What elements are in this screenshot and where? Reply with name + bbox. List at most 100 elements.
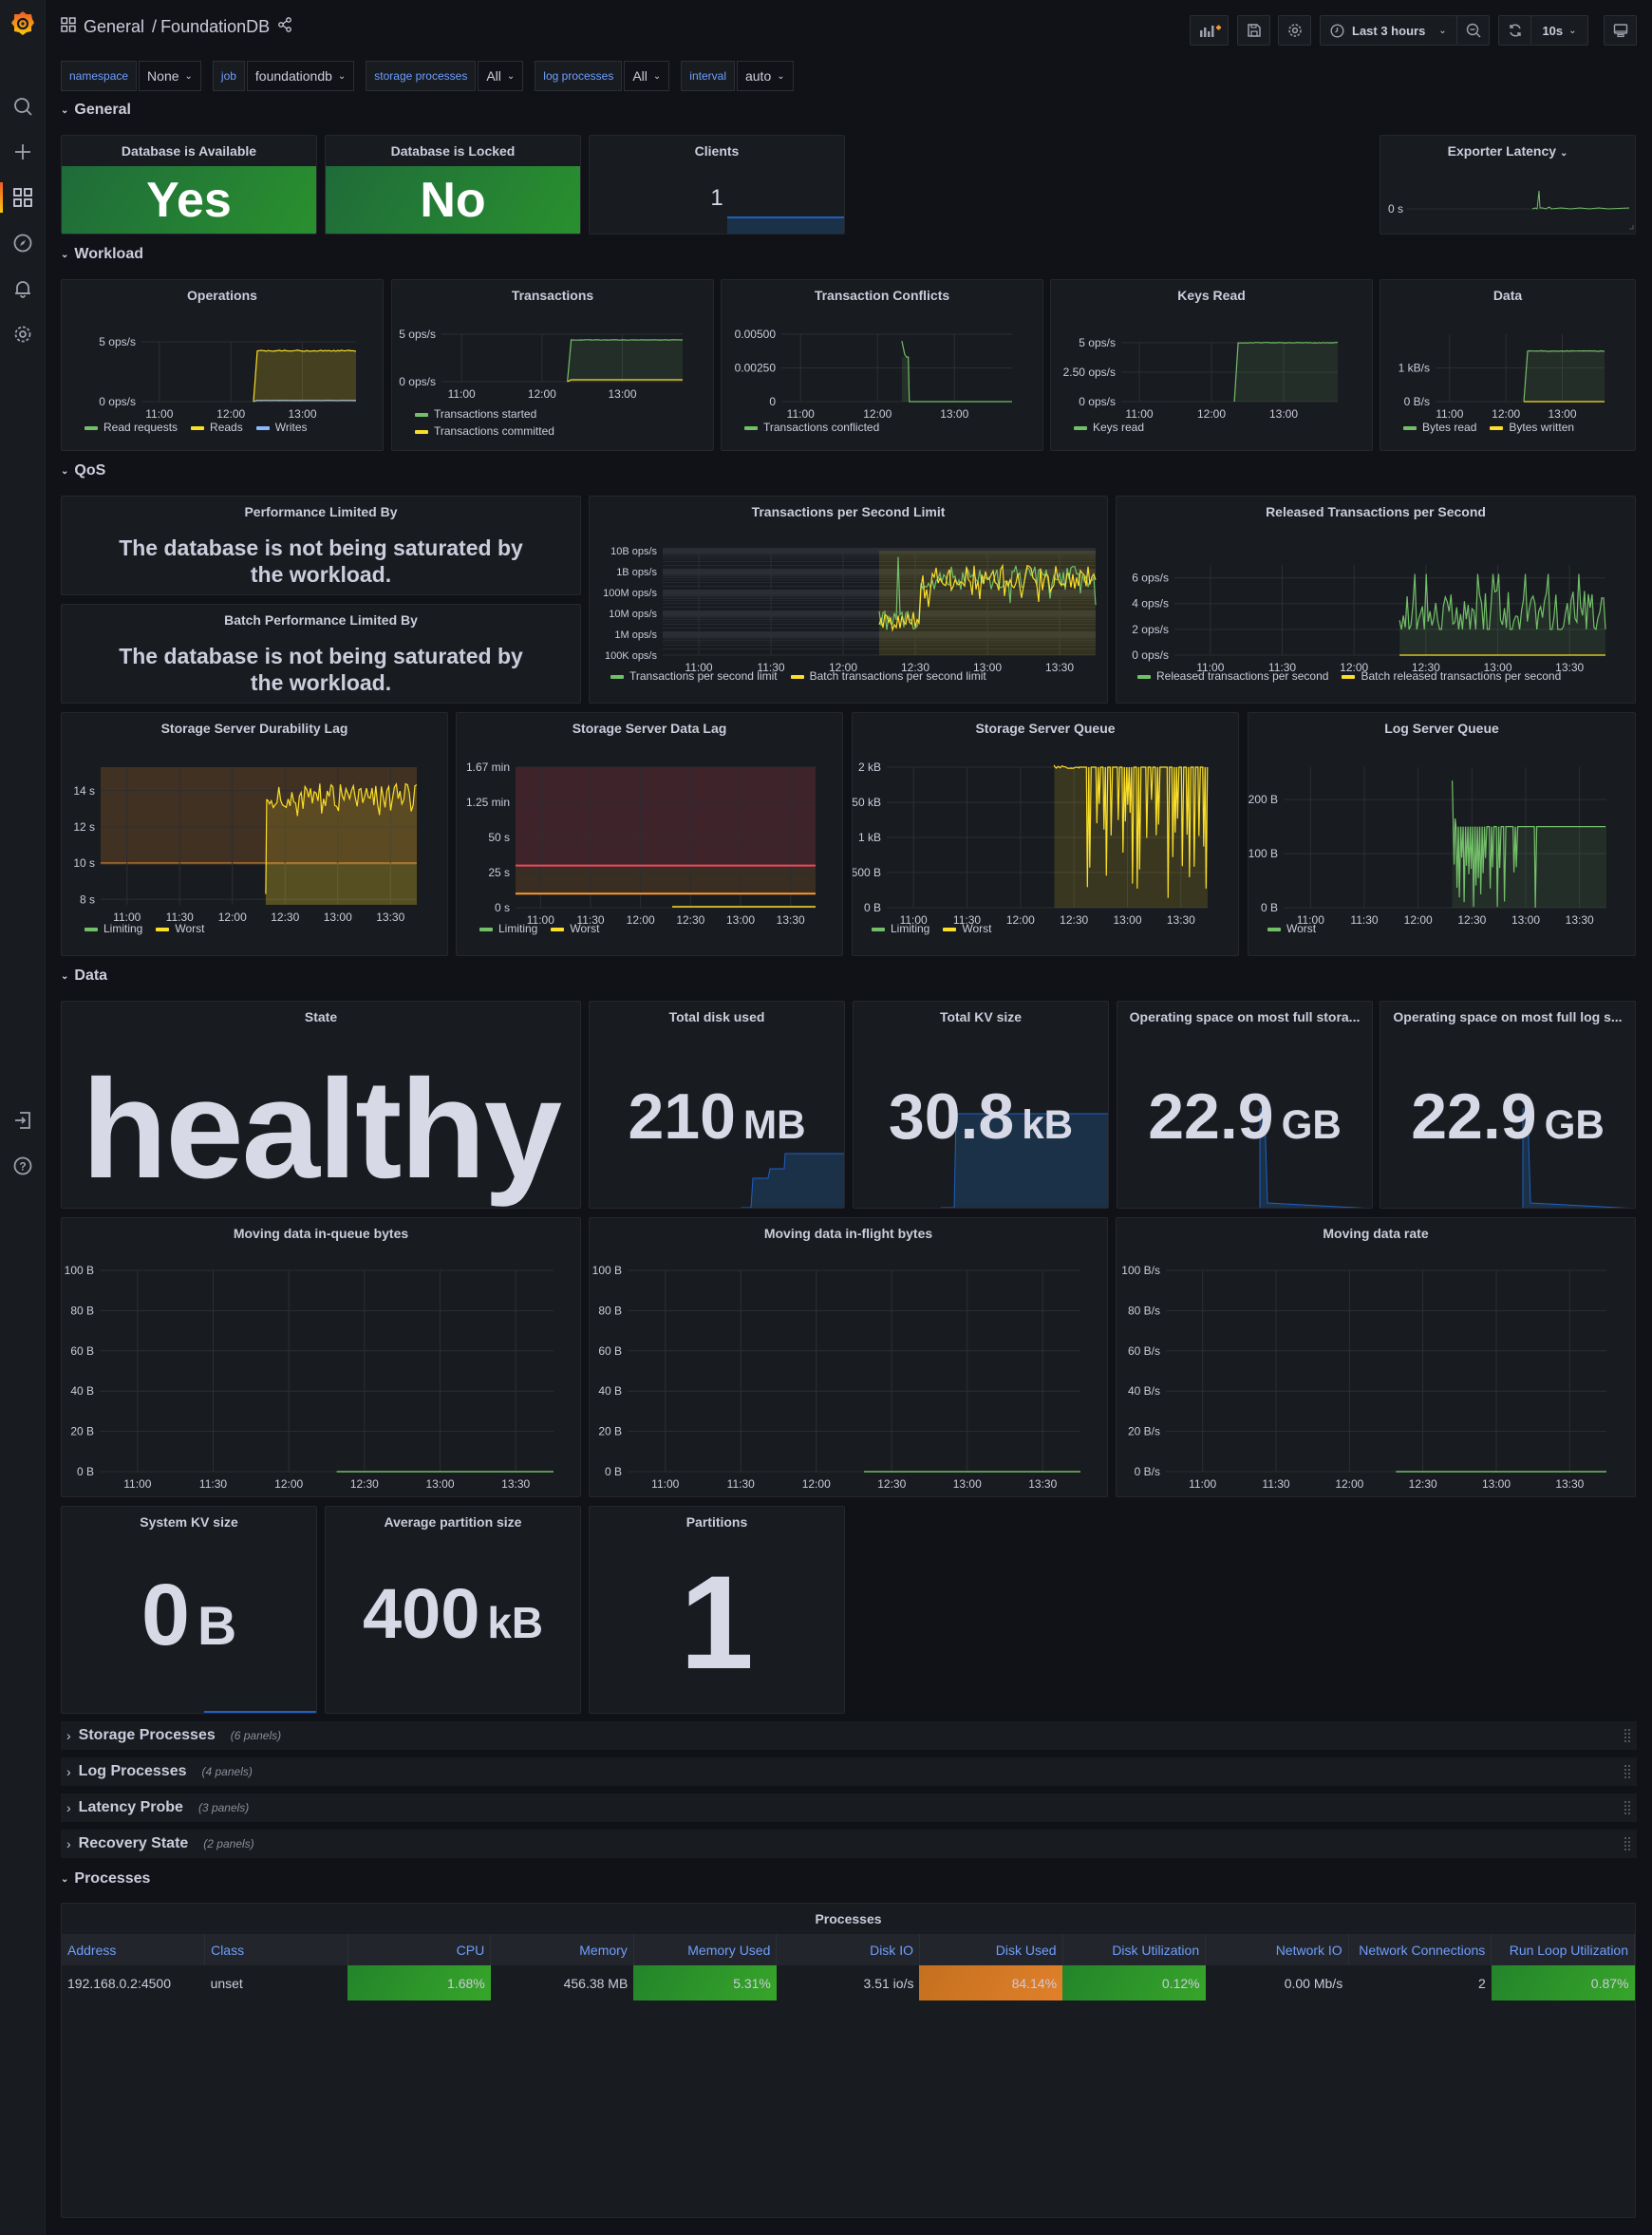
row-processes[interactable]: ⌄ Processes [61, 1870, 150, 1888]
processes-table: Address Class CPU Memory Memory Used Disk IO D… [62, 1934, 1635, 2000]
refresh-interval-picker[interactable]: 10s ⌄ [1530, 15, 1588, 46]
legend-item[interactable]: Keys read [1074, 421, 1144, 434]
add-panel-button[interactable] [1190, 15, 1229, 46]
legend-item[interactable]: Batch released transactions per second [1342, 669, 1561, 683]
row-qos[interactable]: ⌄ QoS [61, 462, 105, 479]
collapsed-row-log-processes[interactable]: › Log Processes (4 panels) [61, 1757, 1637, 1786]
chevron-right-icon: › [66, 1836, 71, 1851]
column-header[interactable]: Disk Utilization [1062, 1934, 1207, 1965]
search-icon[interactable] [0, 91, 46, 122]
plus-icon[interactable] [0, 137, 46, 167]
y-tick-label: 0 s [1388, 202, 1403, 216]
explore-compass-icon[interactable] [0, 228, 46, 258]
configuration-gear-icon[interactable] [0, 319, 46, 349]
tv-mode-button[interactable] [1604, 15, 1637, 46]
legend-item[interactable]: Transactions conflicted [744, 421, 879, 434]
panel-title[interactable]: Database is Locked [326, 143, 580, 159]
legend-item[interactable]: Writes [255, 421, 308, 434]
legend-item[interactable]: Limiting [479, 922, 537, 935]
panel-title[interactable]: Partitions [590, 1514, 844, 1530]
drag-handle-icon[interactable] [1624, 1728, 1631, 1743]
variable-select-namespace[interactable]: None ⌄ [139, 61, 201, 91]
panel-title[interactable]: Batch Performance Limited By [62, 612, 580, 628]
column-header[interactable]: Address [62, 1934, 206, 1965]
legend-item[interactable]: Batch transactions per second limit [790, 669, 986, 683]
panel-title[interactable]: State [62, 1009, 580, 1024]
panel-title[interactable]: Processes [62, 1911, 1635, 1926]
variable-select-log-processes[interactable]: All ⌄ [624, 61, 670, 91]
legend-item[interactable]: Limiting [872, 922, 929, 935]
legend-item[interactable]: Worst [156, 922, 204, 935]
drag-handle-icon[interactable] [1624, 1836, 1631, 1851]
collapsed-row-latency-probe[interactable]: › Latency Probe (3 panels) [61, 1794, 1637, 1822]
breadcrumb-folder[interactable]: General [84, 17, 144, 37]
variable-select-interval[interactable]: auto ⌄ [736, 61, 794, 91]
legend-item[interactable]: Bytes read [1403, 421, 1476, 434]
time-range-picker[interactable]: Last 3 hours ⌄ [1320, 15, 1457, 46]
panel-average-partition-size: Average partition size 400 kB [325, 1506, 581, 1714]
panel-title[interactable]: Average partition size [326, 1514, 580, 1530]
column-header[interactable]: Disk Used [919, 1934, 1063, 1965]
variable-select-job[interactable]: foundationdb ⌄ [246, 61, 355, 91]
legend-item[interactable]: Transactions per second limit [610, 669, 778, 683]
collapsed-row-storage-processes[interactable]: › Storage Processes (6 panels) [61, 1721, 1637, 1750]
log_queue-chart: 0 B100 B200 B11:00 11:30 12:00 12:30 13:00 13… [1248, 767, 1606, 927]
panel-title[interactable]: Database is Available [62, 143, 316, 159]
legend-item[interactable]: Worst [943, 922, 991, 935]
row-title: Processes [74, 1870, 151, 1887]
x-tick-label: 11:00 [123, 1477, 151, 1491]
legend-item[interactable]: Read requests [84, 421, 178, 434]
y-tick-label: 5 ops/s [1079, 336, 1116, 349]
column-header[interactable]: Memory Used [633, 1934, 778, 1965]
legend-item[interactable]: Worst [1267, 922, 1316, 935]
legend-item[interactable]: Released transactions per second [1137, 669, 1328, 683]
sparkline-area [741, 1153, 844, 1208]
help-icon[interactable]: ? [0, 1151, 46, 1181]
legend-swatch [415, 429, 428, 434]
resize-handle-icon [1629, 225, 1634, 230]
drag-handle-icon[interactable] [1624, 1764, 1631, 1779]
legend-item[interactable]: Transactions committed [415, 424, 709, 438]
column-header[interactable]: Class [204, 1934, 348, 1965]
x-tick-label: 12:30 [877, 1477, 906, 1491]
x-tick-label: 12:30 [350, 1477, 379, 1491]
share-icon[interactable] [277, 17, 292, 37]
y-tick-label: 0 B [605, 1465, 622, 1478]
sign-in-icon[interactable] [0, 1105, 46, 1136]
variable-select-storage-processes[interactable]: All ⌄ [478, 61, 524, 91]
collapsed-row-recovery-state[interactable]: › Recovery State (2 panels) [61, 1830, 1637, 1858]
legend-item[interactable]: Reads [191, 421, 243, 434]
x-tick-label: 12:00 [1335, 1477, 1363, 1491]
legend-item[interactable]: Bytes written [1490, 421, 1574, 434]
panel-title[interactable]: Performance Limited By [62, 504, 580, 519]
drag-handle-icon[interactable] [1624, 1800, 1631, 1815]
alerting-bell-icon[interactable] [0, 273, 46, 304]
legend-item[interactable]: Limiting [84, 922, 142, 935]
row-workload[interactable]: ⌄ Workload [61, 246, 143, 263]
panel-title[interactable]: System KV size [62, 1514, 316, 1530]
dashboard-settings-button[interactable] [1278, 15, 1311, 46]
x-tick-label: 11:00 [1125, 407, 1153, 421]
column-header[interactable]: Network Connections [1348, 1934, 1492, 1965]
legend-label: Transactions started [434, 407, 537, 421]
column-header[interactable]: Run Loop Utilization [1491, 1934, 1635, 1965]
grafana-logo-icon[interactable] [0, 8, 46, 38]
column-header[interactable]: Disk IO [776, 1934, 920, 1965]
legend-swatch [1490, 425, 1504, 430]
dashboard-title[interactable]: FoundationDB [160, 17, 270, 37]
reads-area [253, 349, 356, 402]
y-tick-label: 2 ops/s [1132, 623, 1169, 636]
refresh-button[interactable] [1498, 15, 1531, 46]
panel-performance-limited-by: Performance Limited By The database is n… [61, 496, 581, 595]
panel-title[interactable]: Clients [590, 143, 844, 159]
column-header[interactable]: Network IO [1205, 1934, 1349, 1965]
row-general[interactable]: ⌄ General [61, 102, 131, 119]
legend-item[interactable]: Transactions started [415, 407, 709, 421]
dashboards-icon[interactable] [0, 182, 46, 213]
legend-item[interactable]: Worst [551, 922, 599, 935]
column-header[interactable]: CPU [347, 1934, 492, 1965]
save-dashboard-button[interactable] [1237, 15, 1270, 46]
row-data[interactable]: ⌄ Data [61, 967, 107, 985]
column-header[interactable]: Memory [490, 1934, 634, 1965]
zoom-out-button[interactable] [1456, 15, 1490, 46]
